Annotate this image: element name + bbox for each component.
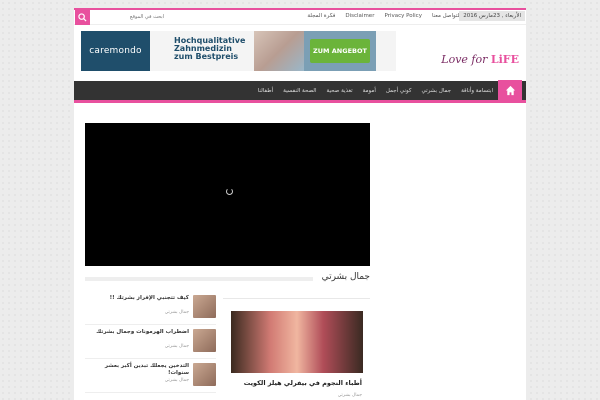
top-bar: للتواصل معنا Privacy Policy Disclaimer ف… [74, 8, 526, 25]
ad-headline: Hochqualitative Zahnmedizin zum Bestprei… [150, 31, 254, 71]
top-link-disclaimer[interactable]: Disclaimer [340, 11, 379, 21]
ad-brand: caremondo [81, 31, 150, 71]
post-title[interactable]: التدخين يجعلك تبدين أكبر بعشر سنوات! [89, 363, 189, 377]
post-thumbnail[interactable] [193, 363, 216, 386]
home-icon [505, 85, 515, 96]
logo-text-accent: LiFE [490, 53, 519, 66]
search-input[interactable] [94, 11, 164, 23]
nav-item-nutrition[interactable]: تغذية صحية [322, 88, 358, 94]
page-wrapper: للتواصل معنا Privacy Policy Disclaimer ف… [74, 8, 526, 400]
ad-cta-button[interactable]: ZUM ANGEBOT [310, 39, 370, 63]
list-divider [85, 358, 216, 359]
banner-ad[interactable]: caremondo Hochqualitative Zahnmedizin zu… [81, 31, 396, 71]
search-button[interactable] [75, 9, 90, 25]
featured-title[interactable]: أطباء النجوم في بيفرلي هيلز الكويت [244, 379, 362, 387]
top-link-about[interactable]: فكرة المجلة [302, 11, 340, 21]
video-player[interactable] [85, 123, 370, 266]
date-label: الأربعاء , 23مارس 2016 [459, 11, 525, 21]
featured-post[interactable]: أطباء النجوم في بيفرلي هيلز الكويت جمال … [223, 298, 370, 400]
ad-headline-line: zum Bestpreis [174, 52, 239, 61]
nav-item-motherhood[interactable]: أمومة [358, 88, 381, 94]
list-divider [85, 392, 216, 393]
section-divider [85, 277, 313, 281]
list-item[interactable]: اضطراب الهرمونات وجمال بشرتك جمال بشرتي [85, 326, 216, 359]
home-button[interactable] [498, 79, 522, 102]
post-category[interactable]: جمال بشرتي [165, 378, 189, 383]
site-logo[interactable]: Love for LiFE [441, 53, 519, 66]
post-title[interactable]: اضطراب الهرمونات وجمال بشرتك [89, 329, 189, 336]
post-category[interactable]: جمال بشرتي [165, 344, 189, 349]
top-links: للتواصل معنا Privacy Policy Disclaimer ف… [302, 11, 466, 21]
logo-text: Love for [441, 53, 491, 66]
post-title[interactable]: كيف تتجنبي الإفراز بشرتك !! [89, 295, 189, 302]
nav-item-beauty[interactable]: كوني أجمل [381, 88, 417, 94]
section-title[interactable]: جمال بشرتي [316, 272, 370, 282]
header: caremondo Hochqualitative Zahnmedizin zu… [74, 25, 526, 85]
top-link-privacy[interactable]: Privacy Policy [379, 11, 426, 21]
list-divider [85, 324, 216, 325]
list-item[interactable]: كيف تتجنبي الإفراز بشرتك !! جمال بشرتي [85, 292, 216, 325]
featured-image[interactable] [231, 311, 363, 373]
ad-image [254, 31, 304, 71]
nav-item-mental-health[interactable]: الصحة النفسية [278, 88, 321, 94]
nav-item-kids[interactable]: أطفالنا [253, 88, 278, 94]
main-nav: ابتسامة وأناقة جمال بشرتي كوني أجمل أموم… [74, 79, 526, 103]
post-thumbnail[interactable] [193, 295, 216, 318]
search-icon [78, 12, 87, 22]
post-category[interactable]: جمال بشرتي [165, 310, 189, 315]
featured-category[interactable]: جمال بشرتي [338, 393, 362, 398]
ad-cta-area: ZUM ANGEBOT [304, 31, 376, 71]
nav-item-skin[interactable]: جمال بشرتي [416, 88, 456, 94]
loading-spinner-icon [226, 188, 233, 195]
post-thumbnail[interactable] [193, 329, 216, 352]
nav-item-smile[interactable]: ابتسامة وأناقة [456, 88, 498, 94]
list-item[interactable]: التدخين يجعلك تبدين أكبر بعشر سنوات! جما… [85, 360, 216, 393]
side-post-list: كيف تتجنبي الإفراز بشرتك !! جمال بشرتي ا… [85, 292, 216, 394]
